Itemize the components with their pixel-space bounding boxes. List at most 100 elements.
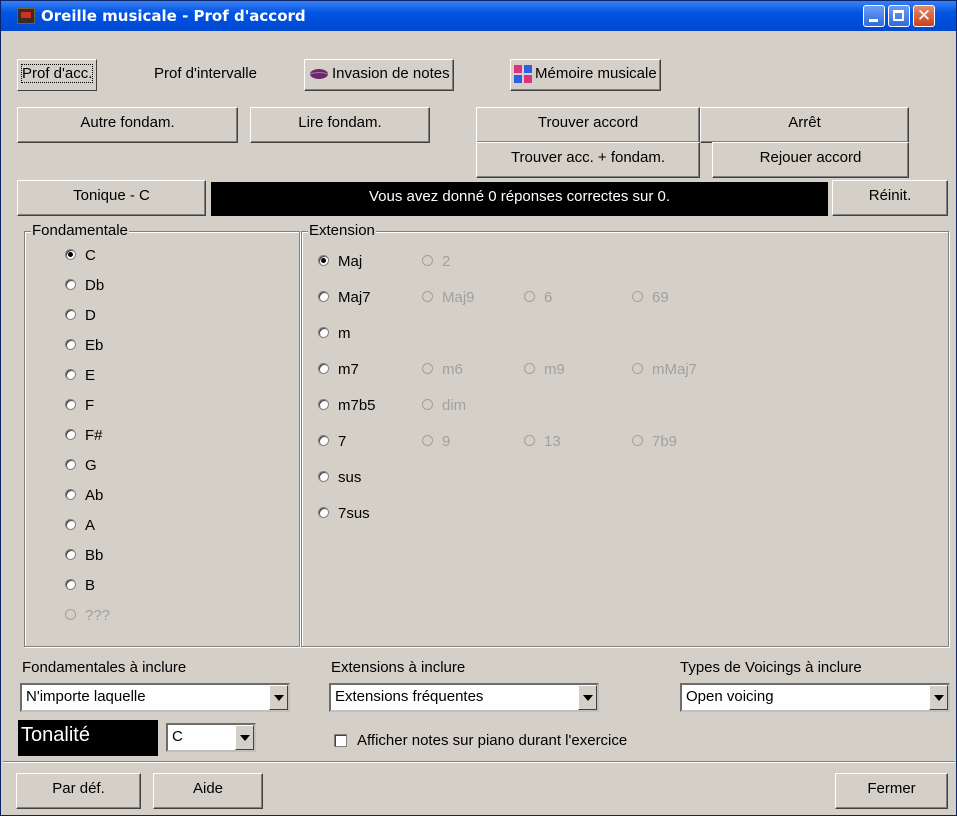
radio-button-icon[interactable] xyxy=(318,326,329,338)
autre-fondam-button[interactable]: Autre fondam. xyxy=(17,107,238,143)
radio-button-icon xyxy=(632,362,643,374)
radio-fondamentale-7[interactable]: G xyxy=(65,456,97,476)
radio-button-icon[interactable] xyxy=(318,506,329,518)
radio-label: m xyxy=(338,325,351,342)
tonalite-select[interactable]: C xyxy=(166,723,256,752)
tab-invasion-notes[interactable]: Invasion de notes xyxy=(304,59,454,91)
chevron-down-icon[interactable] xyxy=(578,685,597,710)
arret-button[interactable]: Arrêt xyxy=(700,107,909,143)
radio-extension-3-0[interactable]: m7 xyxy=(318,360,359,380)
tab-prof-intervalle[interactable]: Prof d'intervalle xyxy=(151,59,260,91)
tab-prof-accord[interactable]: Prof d'acc. xyxy=(17,59,98,91)
radio-label: ??? xyxy=(85,607,111,624)
radio-extension-3-3: mMaj7 xyxy=(632,360,697,380)
tonique-button[interactable]: Tonique - C xyxy=(17,180,206,216)
radio-fondamentale-10[interactable]: Bb xyxy=(65,546,103,566)
chevron-down-icon[interactable] xyxy=(269,685,288,710)
radio-button-icon[interactable] xyxy=(318,290,329,302)
radio-extension-1-2: 6 xyxy=(524,288,552,308)
radio-button-icon[interactable] xyxy=(65,278,76,290)
radio-label: B xyxy=(85,577,96,594)
radio-button-icon[interactable] xyxy=(65,518,76,530)
radio-button-icon[interactable] xyxy=(65,338,76,350)
radio-extension-5-3: 7b9 xyxy=(632,432,677,452)
radio-button-icon[interactable] xyxy=(65,248,76,260)
radio-button-icon[interactable] xyxy=(65,368,76,380)
radio-fondamentale-8[interactable]: Ab xyxy=(65,486,103,506)
radio-button-icon xyxy=(422,362,433,374)
tab-label: Prof d'intervalle xyxy=(154,65,257,82)
radio-fondamentale-5[interactable]: F xyxy=(65,396,94,416)
reinit-button[interactable]: Réinit. xyxy=(832,180,948,216)
radio-fondamentale-6[interactable]: F# xyxy=(65,426,103,446)
rejouer-accord-button[interactable]: Rejouer accord xyxy=(712,142,909,178)
radio-label: m7 xyxy=(338,361,359,378)
radio-button-icon xyxy=(524,290,535,302)
radio-extension-0-0[interactable]: Maj xyxy=(318,252,362,272)
radio-button-icon[interactable] xyxy=(65,458,76,470)
radio-label: m7b5 xyxy=(338,397,376,414)
radio-button-icon[interactable] xyxy=(318,254,329,266)
radio-button-icon[interactable] xyxy=(65,308,76,320)
close-button[interactable]: ✕ xyxy=(913,5,935,27)
radio-button-icon[interactable] xyxy=(65,548,76,560)
radio-button-icon[interactable] xyxy=(65,398,76,410)
radio-button-icon xyxy=(65,608,76,620)
radio-button-icon[interactable] xyxy=(318,398,329,410)
status-message: Vous avez donné 0 réponses correctes sur… xyxy=(211,182,828,216)
chevron-down-icon[interactable] xyxy=(929,685,948,710)
radio-extension-6-0[interactable]: sus xyxy=(318,468,361,488)
radio-label: 13 xyxy=(544,433,561,450)
radio-extension-7-0[interactable]: 7sus xyxy=(318,504,370,524)
trouver-accord-button[interactable]: Trouver accord xyxy=(476,107,700,143)
minimize-button[interactable] xyxy=(863,5,885,27)
radio-label: sus xyxy=(338,469,362,486)
tab-label: Invasion de notes xyxy=(332,65,450,82)
bottom-divider xyxy=(3,761,955,763)
window-title: Oreille musicale - Prof d'accord xyxy=(41,7,306,25)
lire-fondam-button[interactable]: Lire fondam. xyxy=(250,107,430,143)
maximize-button[interactable] xyxy=(888,5,910,27)
radio-fondamentale-11[interactable]: B xyxy=(65,576,95,596)
radio-fondamentale-12: ??? xyxy=(65,606,110,626)
radio-button-icon[interactable] xyxy=(318,434,329,446)
radio-fondamentale-9[interactable]: A xyxy=(65,516,95,536)
radio-extension-5-2: 13 xyxy=(524,432,561,452)
chevron-down-icon[interactable] xyxy=(235,725,254,750)
radio-label: Ab xyxy=(85,487,104,504)
radio-button-icon xyxy=(422,254,433,266)
radio-extension-1-3: 69 xyxy=(632,288,669,308)
radio-button-icon[interactable] xyxy=(65,488,76,500)
aide-button[interactable]: Aide xyxy=(153,773,263,809)
fermer-button[interactable]: Fermer xyxy=(835,773,948,809)
radio-fondamentale-2[interactable]: D xyxy=(65,306,96,326)
radio-extension-5-0[interactable]: 7 xyxy=(318,432,346,452)
radio-label: Eb xyxy=(85,337,104,354)
radio-fondamentale-0[interactable]: C xyxy=(65,246,96,266)
radio-button-icon[interactable] xyxy=(318,362,329,374)
extensions-select[interactable]: Extensions fréquentes xyxy=(329,683,599,712)
trouver-acc-fondam-button[interactable]: Trouver acc. + fondam. xyxy=(476,142,700,178)
radio-label: E xyxy=(85,367,96,384)
radio-extension-2-0[interactable]: m xyxy=(318,324,351,344)
radio-button-icon[interactable] xyxy=(65,578,76,590)
radio-button-icon[interactable] xyxy=(65,428,76,440)
leaf-icon xyxy=(309,69,329,80)
tab-memoire-musicale[interactable]: Mémoire musicale xyxy=(510,59,661,91)
close-icon: ✕ xyxy=(916,6,932,26)
radio-fondamentale-1[interactable]: Db xyxy=(65,276,104,296)
radio-fondamentale-4[interactable]: E xyxy=(65,366,95,386)
radio-fondamentale-3[interactable]: Eb xyxy=(65,336,103,356)
par-def-button[interactable]: Par déf. xyxy=(16,773,141,809)
radio-button-icon[interactable] xyxy=(318,470,329,482)
radio-extension-1-0[interactable]: Maj7 xyxy=(318,288,371,308)
fondamentales-select[interactable]: N'importe laquelle xyxy=(20,683,290,712)
show-piano-checkbox[interactable] xyxy=(334,734,347,747)
extensions-value: Extensions fréquentes xyxy=(335,688,484,705)
voicings-select[interactable]: Open voicing xyxy=(680,683,950,712)
radio-extension-4-0[interactable]: m7b5 xyxy=(318,396,376,416)
radio-button-icon xyxy=(422,434,433,446)
radio-extension-0-1: 2 xyxy=(422,252,450,272)
radio-label: m9 xyxy=(544,361,565,378)
fondamentales-value: N'importe laquelle xyxy=(26,688,146,705)
